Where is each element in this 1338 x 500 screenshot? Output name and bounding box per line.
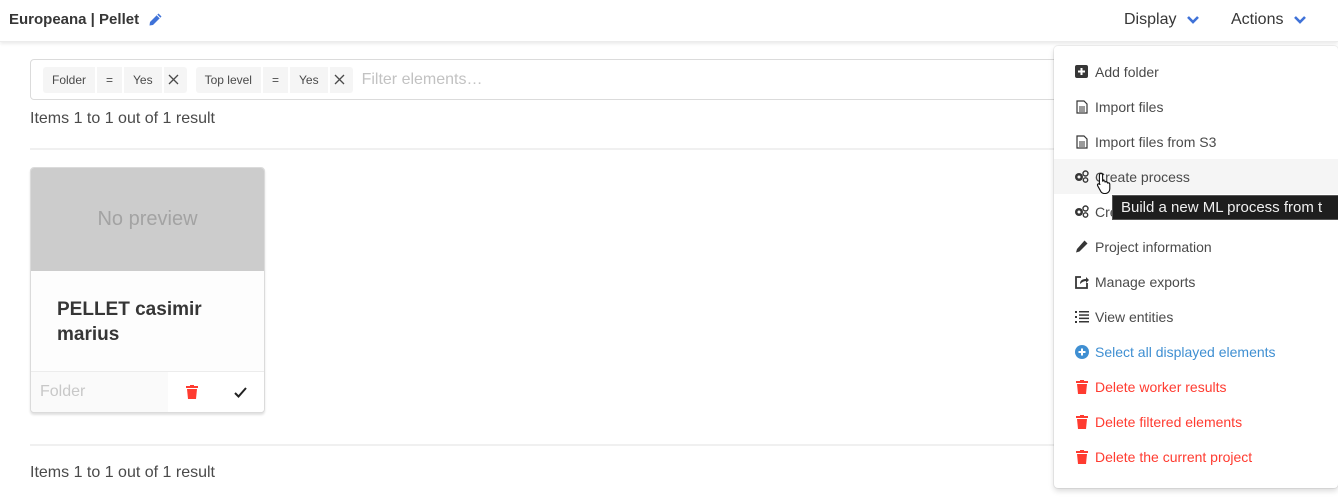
- menu-item-label: Import files from S3: [1095, 133, 1217, 150]
- menu-item-label: Manage exports: [1095, 273, 1196, 290]
- trash-icon: [1074, 379, 1089, 394]
- menu-item-view-entities[interactable]: View entities: [1054, 299, 1338, 334]
- filter-tag-top-level: Top level = Yes: [195, 66, 353, 93]
- trash-icon: [186, 385, 198, 399]
- menu-item-delete-worker-results[interactable]: Delete worker results: [1054, 369, 1338, 404]
- card-preview: No preview: [31, 168, 264, 271]
- remove-filter-button[interactable]: [329, 66, 353, 93]
- filter-value: Yes: [124, 66, 162, 93]
- filter-input[interactable]: [361, 70, 662, 89]
- display-label: Display: [1124, 11, 1177, 28]
- cogs-icon: [1074, 204, 1089, 219]
- file-icon: [1074, 134, 1089, 149]
- display-dropdown[interactable]: Display: [1124, 11, 1200, 29]
- filter-tag-folder: Folder = Yes: [43, 66, 187, 93]
- divider: [30, 444, 1060, 446]
- plus-circle-icon: [1074, 344, 1089, 359]
- pagination-summary-top: Items 1 to 1 out of 1 result: [30, 110, 215, 127]
- chevron-down-icon: [1187, 16, 1200, 24]
- menu-item-label: Add folder: [1095, 63, 1159, 80]
- filter-bar: Folder = Yes Top level = Yes: [30, 59, 1070, 100]
- element-type: Folder: [31, 372, 168, 412]
- file-icon: [1074, 99, 1089, 114]
- filter-field: Top level: [195, 66, 261, 93]
- pagination-summary-bottom: Items 1 to 1 out of 1 result: [30, 464, 215, 481]
- select-element-button[interactable]: [216, 372, 264, 412]
- cogs-icon: [1074, 169, 1089, 184]
- pencil-icon[interactable]: [147, 12, 163, 28]
- close-icon: [168, 74, 179, 85]
- menu-item-label: Delete filtered elements: [1095, 413, 1243, 430]
- actions-label: Actions: [1231, 11, 1284, 28]
- filter-operator: =: [97, 66, 123, 93]
- menu-item-label: Delete the current project: [1095, 448, 1253, 465]
- menu-item-manage-exports[interactable]: Manage exports: [1054, 264, 1338, 299]
- menu-item-project-information[interactable]: Project information: [1054, 229, 1338, 264]
- delete-element-button[interactable]: [168, 372, 216, 412]
- card-footer: Folder: [31, 372, 264, 412]
- tooltip: Build a new ML process from t: [1112, 195, 1338, 220]
- chevron-down-icon: [1294, 16, 1307, 24]
- menu-item-import-files-s3[interactable]: Import files from S3: [1054, 124, 1338, 159]
- menu-item-import-files[interactable]: Import files: [1054, 89, 1338, 124]
- pencil-icon: [1074, 239, 1089, 254]
- project-title: Europeana | Pellet: [9, 11, 163, 28]
- menu-item-label: Import files: [1095, 98, 1164, 115]
- remove-filter-button[interactable]: [163, 66, 187, 93]
- filter-operator: =: [262, 66, 288, 93]
- menu-item-label: Delete worker results: [1095, 378, 1227, 395]
- actions-menu: Add folder Import files Import files fro…: [1054, 46, 1338, 488]
- actions-dropdown[interactable]: Actions: [1231, 11, 1307, 29]
- menu-item-add-folder[interactable]: Add folder: [1054, 54, 1338, 89]
- trash-icon: [1074, 449, 1089, 464]
- divider: [30, 148, 1060, 150]
- menu-item-label: Select all displayed elements: [1095, 343, 1276, 360]
- navbar: Europeana | Pellet Display Actions: [0, 0, 1338, 42]
- menu-item-label: View entities: [1095, 308, 1174, 325]
- close-icon: [334, 74, 345, 85]
- check-icon: [233, 386, 247, 398]
- menu-item-select-all[interactable]: Select all displayed elements: [1054, 334, 1338, 369]
- filter-field: Folder: [43, 66, 96, 93]
- element-name[interactable]: PELLET casimir marius: [31, 271, 264, 372]
- hand-cursor-icon: [1096, 172, 1111, 194]
- project-title-text: Europeana | Pellet: [9, 11, 140, 28]
- menu-item-delete-current-project[interactable]: Delete the current project: [1054, 439, 1338, 474]
- trash-icon: [1074, 414, 1089, 429]
- list-icon: [1074, 309, 1089, 324]
- element-card[interactable]: No preview PELLET casimir marius Folder: [30, 167, 265, 413]
- export-icon: [1074, 274, 1089, 289]
- plus-square-icon: [1074, 64, 1089, 79]
- menu-item-label: Project information: [1095, 238, 1212, 255]
- filter-value: Yes: [290, 66, 328, 93]
- menu-item-delete-filtered-elements[interactable]: Delete filtered elements: [1054, 404, 1338, 439]
